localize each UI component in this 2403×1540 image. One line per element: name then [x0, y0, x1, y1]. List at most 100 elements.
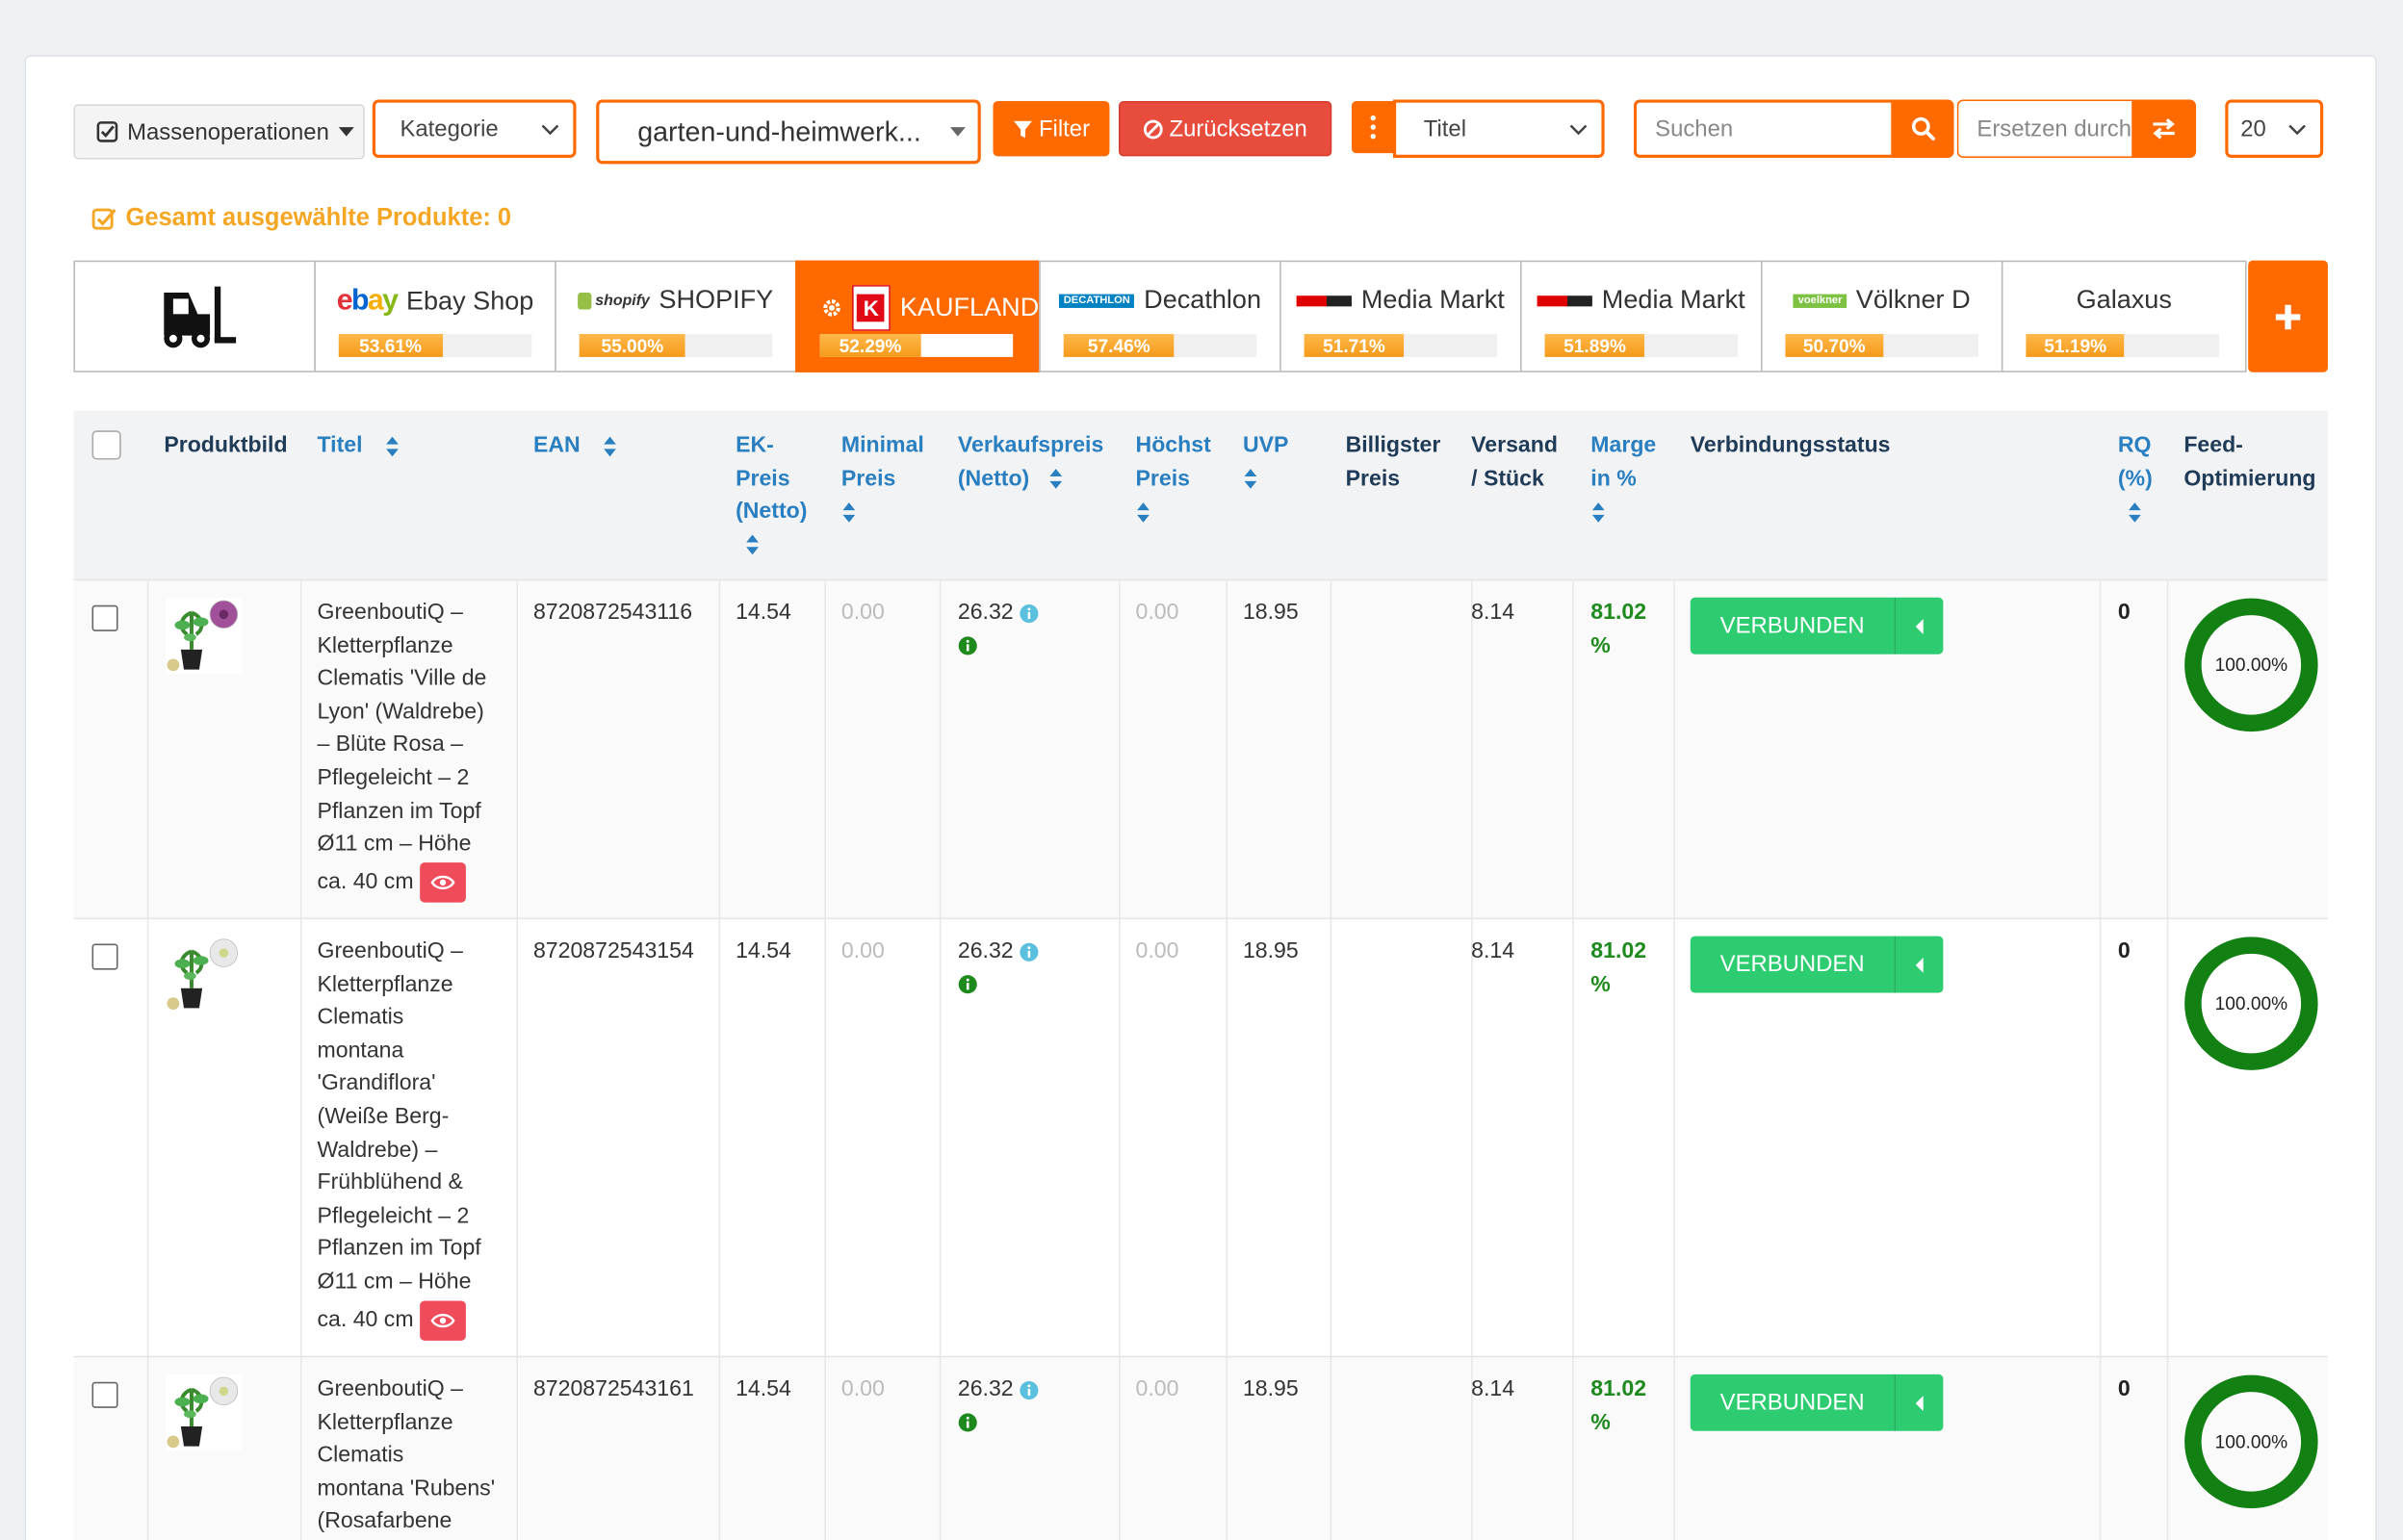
uvp-value: 18.95	[1242, 600, 1299, 626]
col-verkaufspreis[interactable]: Verkaufspreis (Netto)	[958, 430, 1103, 496]
connection-status-button[interactable]: VERBUNDEN	[1690, 597, 1895, 654]
col-rq-label-2: (%)	[2117, 466, 2153, 492]
field-menu-button[interactable]	[1351, 101, 1395, 154]
connection-status-button[interactable]: VERBUNDEN	[1690, 1373, 1895, 1431]
info-icon[interactable]	[958, 1413, 978, 1433]
channel-tab-mediamarkt-1[interactable]: Media Markt 51.71%	[1279, 260, 1522, 372]
product-title-line: ca. 40 cm	[317, 869, 414, 894]
col-uvp[interactable]: UVP	[1243, 430, 1288, 496]
mass-operations-button[interactable]: Massenoperationen	[73, 104, 365, 160]
channel-tab-warehouse[interactable]	[73, 260, 316, 372]
col-feed-optimierung: Feed- Optimierung	[2183, 430, 2315, 496]
channel-tab-mediamarkt-2[interactable]: Media Markt 51.89%	[1520, 260, 1763, 372]
info-icon[interactable]	[1020, 603, 1040, 624]
column-divider	[939, 1357, 942, 1540]
rq-value: 0	[2117, 600, 2131, 626]
channel-tab-shopify[interactable]: shopify SHOPIFY 55.00%	[555, 260, 797, 372]
eye-icon	[430, 1313, 455, 1327]
product-title-line: (Weiße Berg-	[317, 1104, 450, 1130]
search-icon	[1911, 116, 1935, 141]
channel-name: Media Markt	[1360, 285, 1505, 315]
page-size-select[interactable]: 20	[2225, 99, 2324, 158]
channel-name-row: Media Markt	[1281, 285, 1520, 316]
col-rq[interactable]: RQ (%)	[2118, 430, 2153, 529]
column-divider	[1119, 919, 1121, 1356]
sort-icon	[842, 501, 856, 523]
product-image[interactable]	[165, 1373, 243, 1451]
connection-status-dropdown[interactable]	[1894, 1373, 1944, 1431]
filter-button[interactable]: Filter	[993, 101, 1110, 157]
margin-number: 81.02	[1590, 600, 1647, 626]
sort-icon	[2129, 501, 2141, 523]
product-image[interactable]	[165, 597, 243, 675]
connection-status-button[interactable]: VERBUNDEN	[1690, 936, 1895, 993]
row-checkbox[interactable]	[91, 943, 118, 970]
col-titel[interactable]: Titel	[318, 430, 400, 463]
mediamarkt-logo	[1537, 295, 1593, 306]
search-button[interactable]	[1891, 99, 1954, 158]
margin-number: 81.02	[1590, 1377, 1647, 1402]
min-price-value: 0.00	[840, 600, 885, 626]
col-hoechst-preis[interactable]: Höchst Preis	[1136, 430, 1211, 529]
channel-progress-fill: 52.29%	[819, 334, 921, 357]
product-image[interactable]	[165, 936, 243, 1014]
column-divider	[146, 580, 149, 918]
col-ek-preis[interactable]: EK- Preis (Netto)	[736, 430, 807, 562]
col-marge[interactable]: Marge in %	[1590, 430, 1656, 529]
sort-icon	[1048, 469, 1062, 490]
column-divider	[824, 1357, 826, 1540]
product-title-line: Ø11 cm – Höhe	[317, 1270, 472, 1295]
search-field-select[interactable]: Titel	[1392, 99, 1605, 158]
col-ean[interactable]: EAN	[533, 430, 617, 463]
col-versand: Versand / Stück	[1471, 430, 1558, 496]
ean-value: 8720872543116	[532, 600, 693, 626]
row-checkbox[interactable]	[91, 604, 118, 631]
col-minimal-preis[interactable]: Minimal Preis	[841, 430, 924, 529]
replace-button[interactable]	[2132, 99, 2197, 158]
info-icon[interactable]	[958, 975, 978, 995]
info-icon[interactable]	[1020, 941, 1040, 962]
channel-tab-decathlon[interactable]: DECATHLON Decathlon 57.46%	[1039, 260, 1281, 372]
channel-tab-galaxus[interactable]: Galaxus 51.19%	[2001, 260, 2247, 372]
col-rq-label-1: RQ	[2117, 433, 2152, 458]
info-icon[interactable]	[958, 636, 978, 656]
filter-icon	[1013, 119, 1032, 138]
ek-price-value: 14.54	[736, 600, 791, 626]
col-produktbild: Produktbild	[164, 433, 288, 458]
preview-button[interactable]	[419, 1299, 466, 1341]
column-divider	[2099, 919, 2102, 1356]
category-type-select[interactable]: Kategorie	[372, 99, 577, 158]
ek-price-value: 14.54	[736, 1377, 791, 1402]
connection-status-dropdown[interactable]	[1894, 936, 1944, 993]
channel-tab-ebay[interactable]: ebay Ebay Shop 53.61%	[314, 260, 556, 372]
connection-status-dropdown[interactable]	[1894, 597, 1944, 654]
select-all-checkbox[interactable]	[91, 430, 121, 460]
sales-price-cell: 26.32	[958, 1374, 1040, 1441]
col-ek-label-1: EK-	[736, 433, 774, 458]
product-title-line: Frühblühend &	[317, 1170, 463, 1195]
category-select[interactable]: garten-und-heimwerk...	[596, 99, 981, 165]
channel-progress: 53.61%	[338, 334, 532, 357]
reset-button[interactable]: Zurücksetzen	[1119, 101, 1332, 157]
sales-price-value: 26.32	[957, 1377, 1014, 1402]
channel-progress-fill: 50.70%	[1785, 334, 1884, 357]
column-divider	[516, 919, 519, 1356]
sales-price-value: 26.32	[957, 600, 1014, 626]
channel-tab-voelkner[interactable]: voelkner Völkner D 50.70%	[1760, 260, 2003, 372]
selected-products-label: Gesamt ausgewählte Produkte: 0	[125, 205, 512, 232]
channel-tab-kaufland[interactable]: K KAUFLAND 52.29%	[795, 260, 1041, 372]
info-icon[interactable]	[1020, 1380, 1040, 1400]
preview-button[interactable]	[419, 861, 466, 903]
sales-price-value: 26.32	[957, 938, 1014, 964]
row-checkbox[interactable]	[91, 1381, 118, 1408]
rq-value: 0	[2117, 1377, 2131, 1402]
product-title-line: Clematis	[317, 1005, 404, 1030]
table-row: GreenboutiQ – Kletterpflanze Clematis 'Vil…	[73, 578, 2328, 918]
product-title-line: Pflegeleicht – 2	[317, 765, 470, 791]
kebab-icon	[1370, 115, 1376, 140]
channel-name-row: DECATHLON Decathlon	[1041, 285, 1279, 316]
search-input[interactable]: Suchen	[1633, 99, 1895, 158]
channel-progress-fill: 51.89%	[1544, 334, 1645, 357]
replace-input[interactable]: Ersetzen durch	[1956, 99, 2133, 158]
add-channel-button[interactable]	[2248, 260, 2328, 372]
